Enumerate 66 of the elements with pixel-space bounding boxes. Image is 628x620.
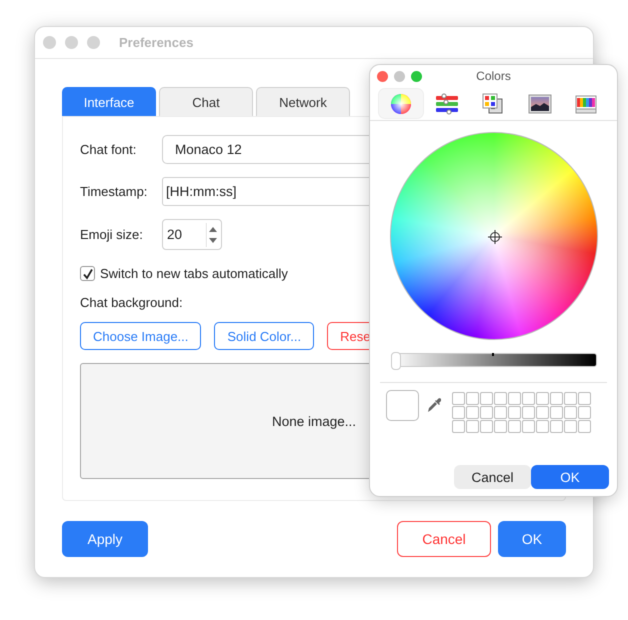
empty-swatch[interactable] bbox=[466, 420, 479, 433]
checkbox[interactable] bbox=[80, 266, 95, 281]
button[interactable]: Apply bbox=[62, 521, 148, 557]
button[interactable]: OK bbox=[498, 521, 566, 557]
button[interactable]: Choose Image... bbox=[80, 322, 202, 350]
empty-swatch[interactable] bbox=[564, 420, 577, 433]
zoom-button[interactable] bbox=[411, 70, 422, 82]
field-label: Chat font: bbox=[80, 142, 138, 157]
close-button[interactable] bbox=[377, 70, 388, 82]
number-field[interactable]: 20 bbox=[162, 219, 222, 250]
landscape-icon[interactable] bbox=[528, 92, 552, 116]
empty-swatch[interactable] bbox=[494, 406, 507, 419]
checkbox-label: Switch to new tabs automatically bbox=[100, 266, 288, 281]
minimize-button[interactable] bbox=[394, 70, 405, 82]
button[interactable]: OK bbox=[531, 465, 609, 489]
color-swatch[interactable] bbox=[386, 390, 419, 421]
section-label: Chat background: bbox=[80, 295, 184, 310]
tab[interactable]: Interface bbox=[62, 87, 156, 116]
empty-swatch[interactable] bbox=[494, 420, 507, 433]
crosshair-icon[interactable] bbox=[488, 230, 502, 244]
empty-swatch[interactable] bbox=[508, 406, 521, 419]
empty-swatch[interactable] bbox=[564, 392, 577, 405]
stepper-arrows-icon[interactable] bbox=[206, 222, 220, 246]
empty-swatch[interactable] bbox=[466, 392, 479, 405]
sliders-icon[interactable] bbox=[435, 92, 460, 116]
preview-text: None image... bbox=[272, 414, 356, 428]
tab[interactable]: Network bbox=[256, 87, 350, 116]
panel-title: Colors bbox=[475, 69, 512, 83]
button[interactable]: Cancel bbox=[454, 465, 531, 489]
empty-swatch[interactable] bbox=[550, 420, 563, 433]
close-button[interactable] bbox=[43, 36, 56, 49]
palette-icon[interactable] bbox=[481, 92, 506, 116]
empty-swatch[interactable] bbox=[452, 420, 465, 433]
slider-thumb[interactable] bbox=[391, 352, 401, 370]
empty-swatch[interactable] bbox=[508, 420, 521, 433]
empty-swatch[interactable] bbox=[494, 392, 507, 405]
empty-swatch[interactable] bbox=[564, 406, 577, 419]
brightness-slider[interactable] bbox=[391, 353, 597, 367]
minimize-button[interactable] bbox=[65, 36, 78, 49]
empty-swatch[interactable] bbox=[522, 392, 535, 405]
empty-swatch[interactable] bbox=[578, 392, 591, 405]
empty-swatch[interactable] bbox=[480, 420, 493, 433]
empty-swatch[interactable] bbox=[550, 406, 563, 419]
tab[interactable]: Chat bbox=[159, 87, 253, 116]
button[interactable]: Solid Color... bbox=[214, 322, 314, 350]
empty-swatch[interactable] bbox=[522, 406, 535, 419]
field-label: Timestamp: bbox=[80, 184, 148, 199]
empty-swatch[interactable] bbox=[536, 406, 549, 419]
empty-swatch[interactable] bbox=[578, 420, 591, 433]
empty-swatch[interactable] bbox=[452, 406, 465, 419]
eyedropper-icon[interactable] bbox=[427, 397, 441, 413]
window-title: Preferences bbox=[119, 35, 194, 50]
empty-swatch[interactable] bbox=[508, 392, 521, 405]
empty-swatch[interactable] bbox=[466, 406, 479, 419]
color-wheel-icon[interactable] bbox=[389, 92, 414, 116]
zoom-button[interactable] bbox=[87, 36, 100, 49]
empty-swatch[interactable] bbox=[522, 420, 535, 433]
empty-swatch[interactable] bbox=[578, 406, 591, 419]
empty-swatch[interactable] bbox=[452, 392, 465, 405]
empty-swatch[interactable] bbox=[480, 406, 493, 419]
empty-swatch[interactable] bbox=[550, 392, 563, 405]
button[interactable]: Cancel bbox=[397, 521, 491, 557]
empty-swatch[interactable] bbox=[536, 420, 549, 433]
empty-swatch[interactable] bbox=[536, 392, 549, 405]
field-label: Emoji size: bbox=[80, 227, 144, 242]
empty-swatch[interactable] bbox=[480, 392, 493, 405]
